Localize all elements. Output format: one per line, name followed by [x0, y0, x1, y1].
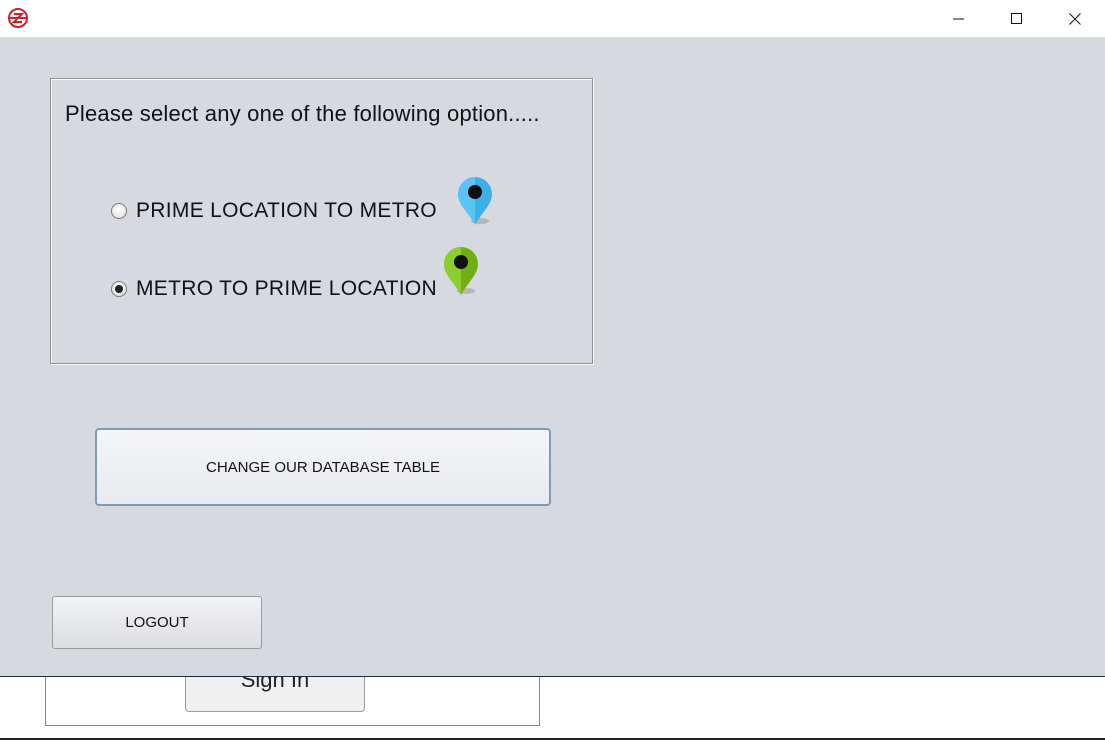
radio-metro-to-prime[interactable] [111, 281, 127, 297]
blue-location-pin-icon [458, 177, 492, 225]
close-button[interactable] [1046, 0, 1104, 37]
minimize-button[interactable] [930, 0, 988, 37]
change-database-table-button[interactable]: CHANGE OUR DATABASE TABLE [95, 428, 551, 506]
option-label: PRIME LOCATION TO METRO [136, 199, 437, 222]
route-option-panel: Please select any one of the following o… [50, 78, 593, 364]
option-metro-to-prime[interactable]: METRO TO PRIME LOCATION [111, 277, 437, 301]
maximize-button[interactable] [988, 0, 1046, 37]
metro-logo-icon [8, 8, 28, 28]
green-location-pin-icon [444, 247, 478, 295]
maximize-icon [1011, 12, 1022, 24]
option-prime-to-metro[interactable]: PRIME LOCATION TO METRO [111, 199, 437, 223]
close-icon [1069, 12, 1081, 25]
logout-button[interactable]: LOGOUT [52, 596, 262, 649]
option-label: METRO TO PRIME LOCATION [136, 277, 437, 300]
minimize-icon [953, 18, 964, 19]
option-prompt: Please select any one of the following o… [65, 101, 540, 126]
title-bar [0, 0, 1105, 37]
radio-prime-to-metro[interactable] [111, 203, 127, 219]
main-window: Please select any one of the following o… [0, 0, 1105, 677]
